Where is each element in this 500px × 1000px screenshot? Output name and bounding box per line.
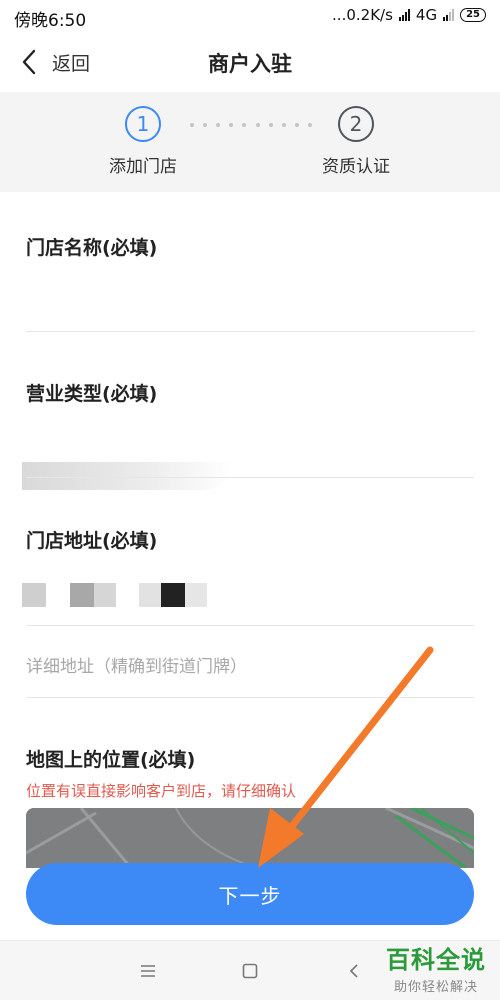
step-indicator: 1 添加门店 2 资质认证 [0,92,500,192]
map-roads-graphic [26,808,474,868]
battery-icon: 25 [460,8,486,22]
back-chevron-icon[interactable] [342,959,366,983]
address-region-picker[interactable] [22,575,222,615]
divider [26,331,474,332]
business-type-select[interactable] [26,420,474,460]
mosaic-block [94,583,116,607]
map-location-label: 地图上的位置(必填) [26,749,196,771]
watermark-subtitle: 助你轻松解决 [393,980,478,995]
step-add-store: 1 添加门店 [83,106,203,177]
watermark-title: 百科全说 [386,946,486,974]
next-step-button[interactable]: 下一步 [26,863,474,925]
network-type: 4G [415,6,438,24]
divider [26,477,474,478]
header: 返回 商户入驻 [0,34,500,92]
step-label: 添加门店 [109,157,177,177]
net-speed: ...0.2K/s [332,6,393,24]
detail-address-input[interactable] [26,647,474,687]
watermark-logo: 百科全说 助你轻松解决 [386,940,486,995]
mosaic-block [70,583,94,607]
menu-icon[interactable] [136,959,160,983]
home-square-icon[interactable] [238,959,262,983]
mosaic-block [161,583,185,607]
status-indicators: ...0.2K/s 4G 25 [332,6,486,24]
business-type-label: 营业类型(必填) [26,383,158,405]
step-qualification: 2 资质认证 [296,106,416,177]
signal-secondary-icon [443,9,455,21]
signal-icon [398,9,410,21]
blurred-region [22,462,232,490]
status-time: 傍晚6:50 [14,11,87,31]
status-bar: 傍晚6:50 ...0.2K/s 4G 25 [0,0,500,34]
store-name-label: 门店名称(必填) [26,237,158,259]
step-number-circle: 1 [125,106,161,142]
map-warning-text: 位置有误直接影响客户到店，请仔细确认 [26,782,297,800]
map-preview[interactable] [26,808,474,868]
step-connector-dots [190,123,312,127]
step-number-circle: 2 [338,106,374,142]
page-title: 商户入驻 [208,52,292,76]
mosaic-block [22,583,46,607]
mosaic-block [185,583,207,607]
mosaic-block [139,583,161,607]
divider [26,625,474,626]
store-address-label: 门店地址(必填) [26,530,158,552]
divider [26,697,474,698]
store-name-input[interactable] [26,276,474,316]
step-label: 资质认证 [322,157,390,177]
